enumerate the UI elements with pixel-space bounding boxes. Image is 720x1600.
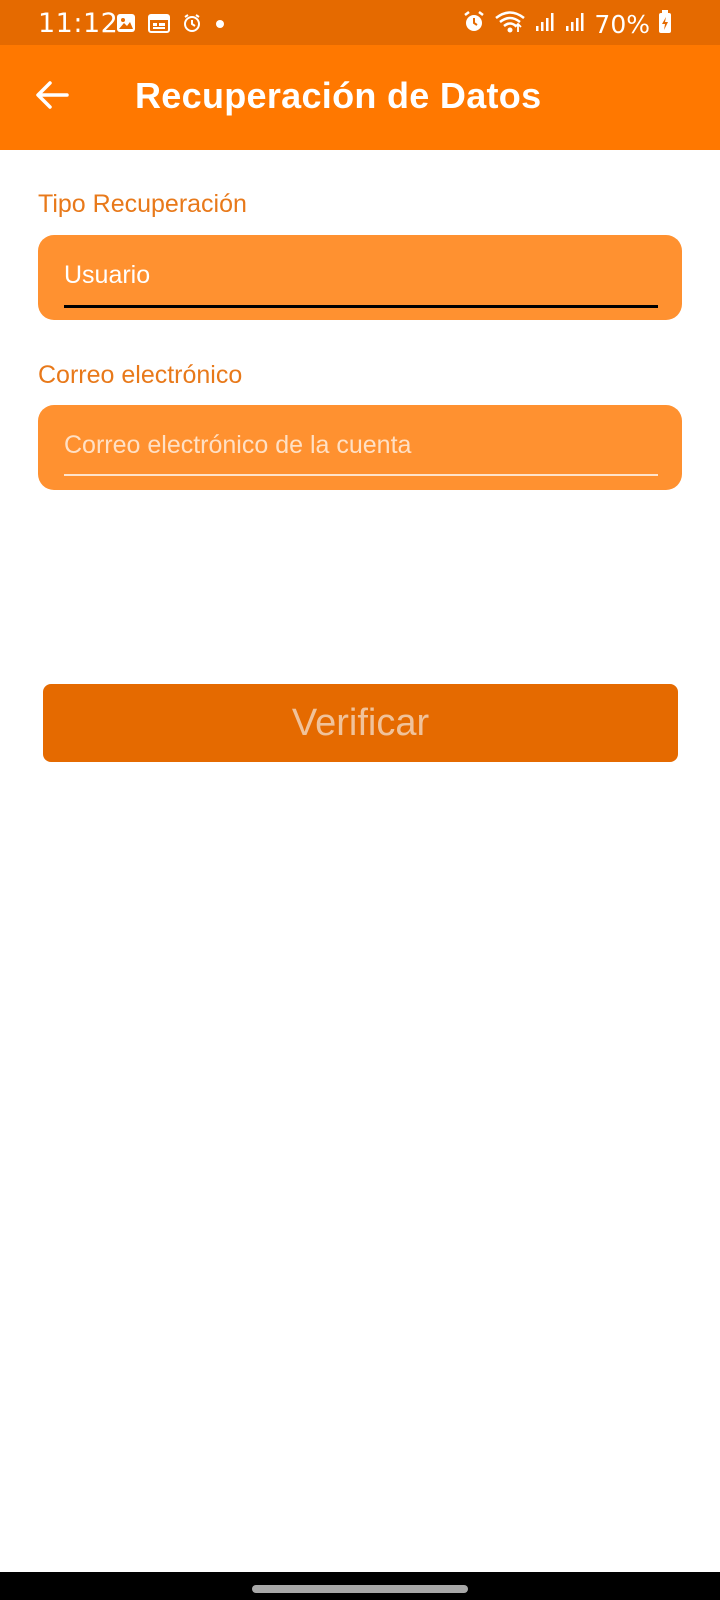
image-icon [116, 13, 136, 38]
email-field[interactable]: Correo electrónico de la cuenta [38, 405, 682, 490]
app-bar: Recuperación de Datos [0, 45, 720, 150]
status-icons-left [116, 13, 226, 38]
tipo-recuperacion-label: Tipo Recuperación [38, 190, 247, 218]
calendar-icon [148, 13, 170, 38]
battery-icon [658, 10, 672, 39]
navigation-bar [0, 1572, 720, 1600]
dot-icon [214, 17, 226, 35]
page-title: Recuperación de Datos [135, 75, 542, 116]
tipo-recuperacion-value: Usuario [64, 261, 151, 289]
status-icons-right: 70% [462, 10, 672, 39]
correo-label: Correo electrónico [38, 361, 243, 389]
status-time: 11:12 [38, 8, 119, 39]
signal-icon [564, 11, 586, 38]
wifi-icon [494, 10, 526, 39]
field-underline [64, 305, 658, 308]
status-bar: 11:12 70% [0, 0, 720, 45]
field-underline [64, 474, 658, 476]
email-placeholder: Correo electrónico de la cuenta [64, 431, 412, 459]
home-indicator[interactable] [252, 1585, 468, 1593]
alarm-icon [462, 10, 486, 39]
verify-button[interactable]: Verificar [43, 684, 678, 762]
battery-percentage: 70% [594, 10, 650, 39]
arrow-left-icon [35, 80, 69, 115]
alarm-icon [182, 13, 202, 38]
tipo-recuperacion-field[interactable]: Usuario [38, 235, 682, 320]
signal-icon [534, 11, 556, 38]
back-button[interactable] [26, 71, 78, 123]
